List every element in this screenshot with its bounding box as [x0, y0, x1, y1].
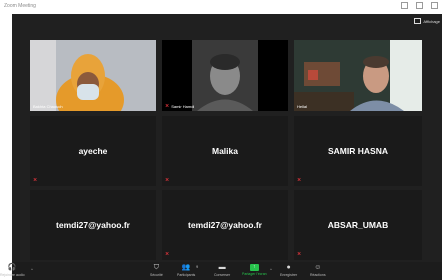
close-icon[interactable]: [431, 2, 438, 9]
shield-icon: ⛉: [153, 264, 160, 271]
record-icon: ●: [286, 264, 291, 271]
participant-name-tag: Hellal: [297, 104, 308, 109]
view-button[interactable]: Affichage: [414, 18, 440, 24]
participants-button[interactable]: 👥 Participants: [177, 264, 195, 277]
mic-muted-icon: ⨯: [297, 251, 302, 257]
window-controls: [401, 2, 438, 9]
participant-video: [294, 40, 422, 111]
participants-count: 9: [196, 264, 199, 269]
participant-tile[interactable]: ⨯ Samir Hamdi: [162, 40, 288, 111]
minimize-icon[interactable]: [401, 2, 408, 9]
participant-name-tag: Bakhta Chaouch: [33, 104, 63, 109]
participant-tile-active-speaker[interactable]: Hellal: [294, 40, 422, 111]
mic-muted-icon: ⨯: [165, 251, 170, 257]
chat-button[interactable]: ▬ Converser: [214, 264, 230, 277]
participants-icon: 👥: [181, 264, 191, 271]
security-button[interactable]: ⛉ Sécurité: [150, 264, 163, 277]
meeting-toolbar: 🎧 Rejoindre audio ^ ⛉ Sécurité 👥 Partici…: [0, 262, 442, 280]
maximize-icon[interactable]: [416, 2, 423, 9]
share-screen-button[interactable]: ↑ Partager l'écran: [242, 264, 267, 276]
headphones-icon: 🎧: [7, 264, 17, 271]
view-button-label: Affichage: [423, 18, 440, 24]
participant-name: ayeche: [78, 146, 108, 156]
reactions-button[interactable]: ☺ Réactions: [310, 264, 326, 277]
participant-tile[interactable]: ABSAR_UMAB ⨯: [294, 190, 422, 260]
title-bar: Zoom Meeting: [0, 0, 444, 14]
participant-name: temdi27@yahoo.fr: [188, 220, 262, 230]
zoom-window: Zoom Meeting Affichage Bakhta Chaouch ⨯ …: [0, 0, 444, 280]
participant-name: temdi27@yahoo.fr: [56, 220, 130, 230]
mic-muted-icon: ⨯: [33, 177, 38, 183]
audio-options-chevron-icon[interactable]: ^: [31, 267, 33, 272]
participant-tile[interactable]: Bakhta Chaouch: [30, 40, 156, 111]
participant-video: [162, 40, 288, 111]
participant-video: [30, 40, 156, 111]
mic-muted-icon: ⨯: [165, 103, 170, 109]
participant-name: Malika: [212, 146, 238, 156]
grid-view-icon: [414, 18, 422, 24]
mic-muted-icon: ⨯: [165, 177, 170, 183]
window-title: Zoom Meeting: [4, 3, 36, 9]
participant-tile[interactable]: temdi27@yahoo.fr ⨯: [162, 190, 288, 260]
participant-name: ABSAR_UMAB: [327, 220, 389, 230]
mic-muted-icon: ⨯: [297, 177, 302, 183]
record-button[interactable]: ● Enregistrer: [280, 264, 297, 277]
gallery-view: Affichage Bakhta Chaouch ⨯ Samir Hamdi H…: [12, 14, 442, 262]
smiley-icon: ☺: [314, 264, 322, 271]
participant-tile[interactable]: Malika ⨯: [162, 116, 288, 186]
participant-tile[interactable]: SAMIR HASNA ⨯: [294, 116, 422, 186]
share-options-chevron-icon[interactable]: ^: [270, 267, 272, 272]
join-audio-button[interactable]: 🎧 Rejoindre audio: [0, 264, 25, 277]
participant-name-tag: ⨯ Samir Hamdi: [165, 103, 195, 110]
participant-tile[interactable]: ayeche ⨯: [30, 116, 156, 186]
participant-name: SAMIR HASNA: [328, 146, 388, 156]
share-screen-icon: ↑: [249, 264, 259, 271]
participant-tile[interactable]: temdi27@yahoo.fr: [30, 190, 156, 260]
chat-bubble-icon: ▬: [218, 264, 226, 271]
